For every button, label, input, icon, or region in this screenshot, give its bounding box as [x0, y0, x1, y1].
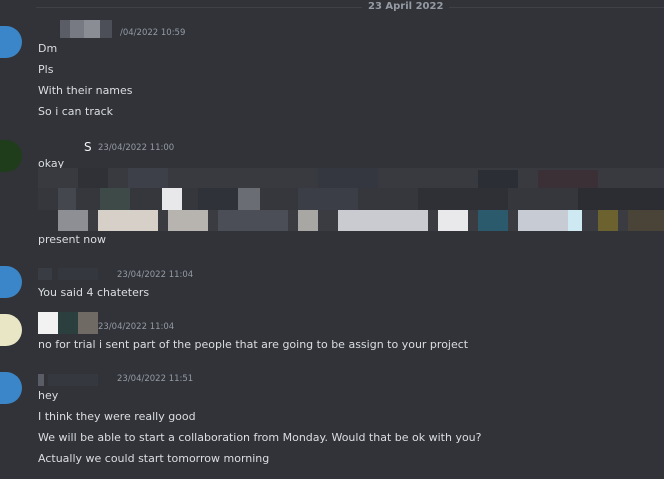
message-text: Pls: [38, 63, 54, 76]
avatar[interactable]: [0, 266, 22, 298]
redacted-author-name: [38, 374, 110, 386]
redacted-author-name: [38, 268, 110, 280]
message-timestamp: 23/04/2022 11:51: [117, 374, 194, 384]
author-name[interactable]: S: [84, 141, 92, 153]
message-text: So i can track: [38, 105, 114, 118]
message-text: I think they were really good: [38, 410, 196, 423]
date-divider-label: 23 April 2022: [362, 0, 450, 14]
avatar[interactable]: [0, 140, 22, 172]
redacted-message-content: [38, 168, 664, 231]
divider-line: [36, 7, 664, 8]
message-text: no for trial i sent part of the people t…: [38, 338, 469, 351]
message-text: You said 4 chateters: [38, 286, 150, 299]
avatar[interactable]: [0, 26, 22, 58]
message-text: We will be able to start a collaboration…: [38, 431, 482, 444]
avatar[interactable]: [0, 314, 22, 346]
message-text: present now: [38, 233, 107, 246]
date-divider: 23 April 2022: [0, 0, 664, 14]
avatar[interactable]: [0, 372, 22, 404]
redacted-author-name: [38, 312, 98, 334]
message-text: With their names: [38, 84, 133, 97]
message-timestamp: 23/04/2022 11:00: [98, 143, 175, 153]
redacted-author-name: [60, 20, 120, 38]
message-timestamp: 23/04/2022 11:04: [98, 322, 175, 332]
message-timestamp: 23/04/2022 11:04: [117, 270, 194, 280]
message-text: Actually we could start tomorrow morning: [38, 452, 270, 465]
message-text: hey: [38, 389, 59, 402]
message-text: Dm: [38, 42, 58, 55]
message-timestamp: /04/2022 10:59: [120, 28, 186, 38]
